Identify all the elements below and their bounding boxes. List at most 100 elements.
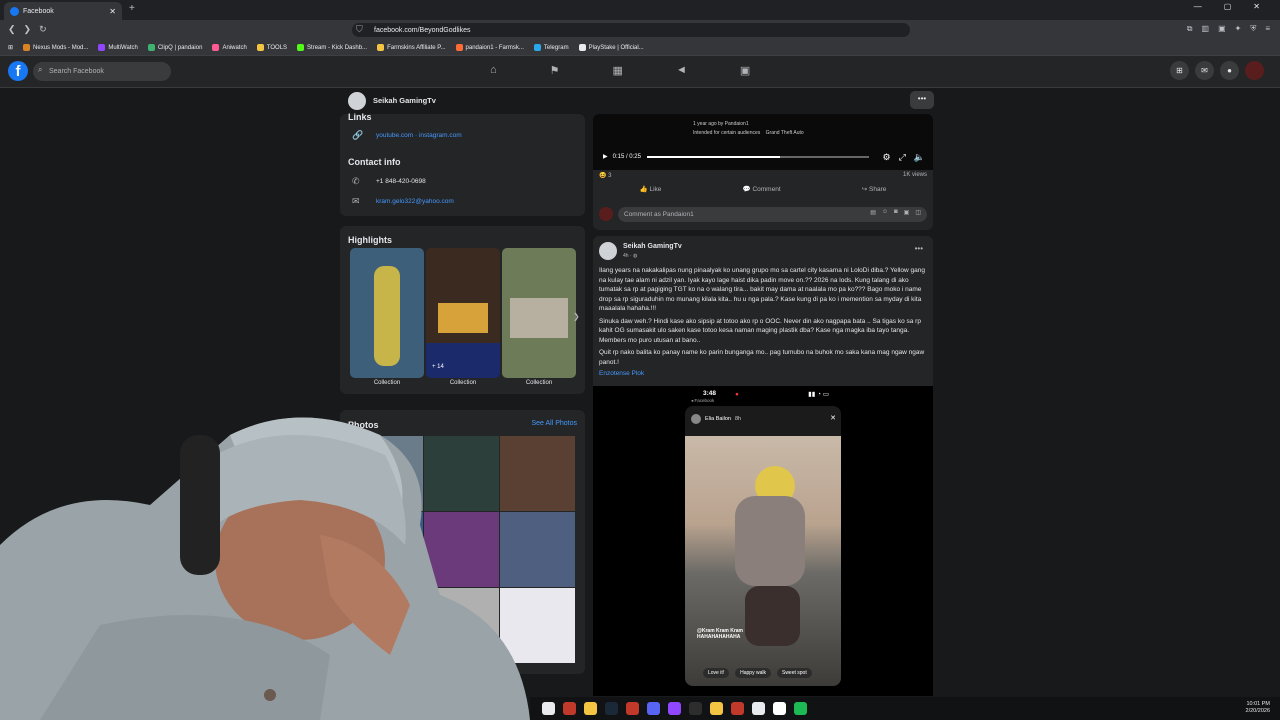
highlight-thumb[interactable] [502,248,576,378]
like-button[interactable]: 👍 Like [640,185,662,193]
haha-reaction-icon[interactable]: 😆 [599,173,606,179]
minimize-icon[interactable]: — [1194,2,1202,11]
bookmark-item[interactable]: TOOLS [256,44,287,51]
share-button[interactable]: ↪ Share [862,185,887,193]
bookmark-label: Nexus Mods - Mod... [33,44,89,51]
taskbar-app-icon[interactable] [689,702,702,715]
fullscreen-icon[interactable]: ⤢ [899,152,906,163]
post-author-avatar[interactable] [599,242,617,260]
pages-flag-icon[interactable]: ⚑ [550,64,560,77]
bookmark-item[interactable]: PlayStake | Official... [578,44,644,51]
video-player[interactable]: 1 year ago by Pandaion1 Intended for cer… [593,114,933,170]
notifications-bell-icon[interactable]: ● [1220,61,1239,80]
taskbar-app-icon[interactable] [647,702,660,715]
maximize-icon[interactable]: ▢ [1224,2,1232,11]
bookmark-item[interactable]: pandaion1 - Farmsk... [455,44,524,51]
facebook-logo-icon[interactable]: f [8,61,28,81]
bookmark-item[interactable]: ClipQ | pandaion [147,44,202,51]
close-window-icon[interactable]: ✕ [1253,2,1260,11]
bookmark-label: Telegram [543,44,569,51]
tagged-user-link[interactable]: Enzotense Plok [599,370,644,377]
gif-icon[interactable]: ▣ [904,209,910,216]
emoji-icon[interactable]: ☺ [882,209,888,216]
sidebar-icon[interactable]: ▥ [1202,24,1210,34]
email-row: ✉ kram.gelo322@yahoo.com [352,196,454,207]
back-icon[interactable]: ❮ [8,24,16,35]
bookmark-item[interactable]: Stream - Kick Dashb... [297,44,367,51]
email-link[interactable]: kram.gelo322@yahoo.com [376,198,454,205]
address-bar[interactable]: ⛉ facebook.com/BeyondGodlikes [352,23,910,37]
taskbar-app-icon[interactable] [542,702,555,715]
highlight-thumb[interactable] [350,248,424,378]
vpn-icon[interactable]: ✦ [1235,24,1242,34]
search-icon: ⌕ [38,65,43,74]
gaming-icon[interactable]: ▣ [740,64,750,77]
settings-gear-icon[interactable]: ⚙ [883,152,891,163]
apps-grid-icon[interactable]: ⊞ [8,44,13,51]
post-time[interactable]: 4h · [623,253,633,259]
taskbar-app-icon[interactable] [731,702,744,715]
messenger-icon[interactable]: ✉ [1195,61,1214,80]
menu-grid-icon[interactable]: ⊞ [1170,61,1189,80]
video-meta-line: Intended for certain audiences Grand The… [693,130,804,136]
story-reaction-button: Love it! [703,668,730,678]
profile-avatar[interactable] [348,92,366,110]
play-icon[interactable]: ▶ [603,153,608,160]
social-links[interactable]: youtube.com · instagram.com [376,132,462,139]
extension-icons: ⧉ ▥ ▣ ✦ ⛨ ≡ [1187,24,1270,34]
post-author[interactable]: Seikah GamingTv [623,243,682,250]
bookmark-icon[interactable]: ⛉ [356,24,363,35]
taskbar-app-icon[interactable] [794,702,807,715]
reload-icon[interactable]: ↻ [39,24,47,35]
volume-icon[interactable]: 🔈 [914,152,925,163]
post-more-icon[interactable]: ••• [915,244,923,253]
bookmark-favicon-icon [455,44,463,51]
camera-icon[interactable]: ◙ [894,209,898,216]
bookmark-item[interactable]: Aniwatch [212,44,247,51]
story-username: Elia Bailon [705,416,731,422]
avatar-sticker-icon[interactable]: ◫ [915,209,921,216]
new-tab-icon[interactable]: + [129,3,135,14]
account-avatar[interactable] [1245,61,1264,80]
sticker-icon[interactable]: ▤ [870,209,876,216]
bookmark-item[interactable]: MultiWatch [98,44,138,51]
story-video[interactable]: 3:48 ◂ Facebook ● ▮▮ ◔ ▭ Elia Bailon 8h … [593,386,933,696]
forward-icon[interactable]: ❯ [24,24,32,35]
wallet-icon[interactable]: ▣ [1218,24,1226,34]
next-arrow-icon[interactable]: ❯ [573,312,585,332]
watch-video-icon[interactable]: ▦ [613,64,623,77]
shield-icon[interactable]: ⛨ [1250,24,1256,34]
comment-button[interactable]: 💬 Comment [743,185,781,193]
phone-status-bar: 3:48 ◂ Facebook ● ▮▮ ◔ ▭ [685,390,841,404]
ads-megaphone-icon[interactable]: ◄ [676,64,687,77]
taskbar-app-icon[interactable] [626,702,639,715]
search-input[interactable]: ⌕ Search Facebook [33,62,171,81]
taskbar-app-icon[interactable] [563,702,576,715]
tab-facebook[interactable]: Facebook ✕ [4,2,122,20]
profile-name[interactable]: Seikah GamingTv [373,96,436,105]
video-progress-bar[interactable] [647,156,869,158]
phone-row: ✆ +1 848-420-0698 [352,176,426,187]
see-all-photos-link[interactable]: See All Photos [531,420,577,427]
taskbar-app-icon[interactable] [584,702,597,715]
profile-more-button[interactable]: ••• [910,91,934,109]
bookmark-item[interactable]: Farmskins Affiliate P... [377,44,446,51]
extension-icon[interactable]: ⧉ [1187,24,1193,34]
taskbar-app-icon[interactable] [605,702,618,715]
streamer-webcam-image [0,417,530,720]
video-controls: ▶ 0:15 / 0:25 [603,153,641,161]
taskbar-app-icon[interactable] [773,702,786,715]
taskbar-app-icon[interactable] [668,702,681,715]
bookmark-item[interactable]: Nexus Mods - Mod... [23,44,88,51]
home-icon[interactable]: ⌂ [490,64,497,77]
menu-icon[interactable]: ≡ [1265,24,1270,34]
highlight-thumb[interactable]: + 14 [426,248,500,378]
reaction-count[interactable]: 3 [608,173,611,179]
taskbar-app-icon[interactable] [710,702,723,715]
facebook-center-nav: ⌂ ⚑ ▦ ◄ ▣ [490,64,750,77]
taskbar-app-icon[interactable] [752,702,765,715]
close-tab-icon[interactable]: ✕ [109,7,116,16]
bookmark-item[interactable]: Telegram [533,44,569,51]
phone-number: +1 848-420-0698 [376,178,426,185]
story-scene [685,436,841,686]
